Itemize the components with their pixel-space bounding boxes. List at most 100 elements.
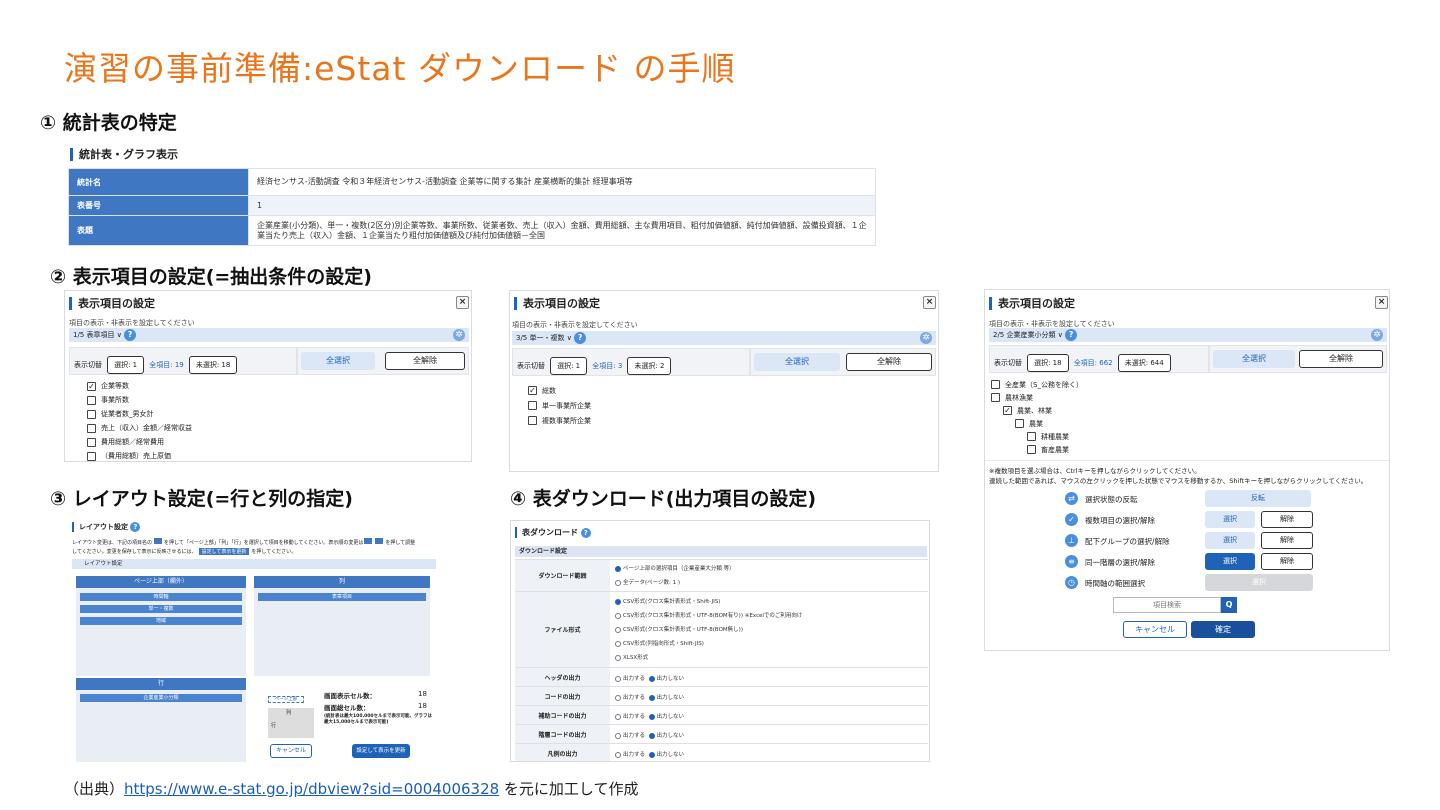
radio-icon[interactable] — [615, 579, 621, 586]
radio-on-icon[interactable] — [615, 598, 621, 605]
list-item[interactable]: 農業 — [991, 417, 1083, 430]
close-icon[interactable]: × — [456, 296, 469, 309]
layout-item[interactable]: 表章項目 — [258, 593, 426, 601]
list-item[interactable]: 売上（収入）金額／経常収益 — [87, 421, 192, 435]
checkbox-checked-icon[interactable]: ✓ — [528, 386, 537, 395]
search-icon[interactable]: Q — [1221, 597, 1237, 613]
radio-on-icon[interactable] — [648, 675, 655, 682]
all-count[interactable]: 全項目: 662 — [1074, 359, 1113, 367]
radio-on-icon[interactable] — [648, 694, 655, 701]
radio-icon[interactable] — [615, 612, 621, 619]
list-item[interactable]: ✓ 企業等数 — [87, 379, 192, 393]
radio-icon[interactable] — [615, 694, 621, 701]
range-option[interactable]: ページ上部の選択項目（企業産業大分類 等） — [615, 564, 735, 572]
checkbox-icon[interactable] — [1027, 432, 1036, 441]
multi-release-button[interactable]: 解除 — [1261, 511, 1313, 528]
item-select[interactable]: 1/5 表章項目 ∨ ? — [69, 328, 469, 342]
group-release-button[interactable]: 解除 — [1261, 532, 1313, 549]
radio-icon[interactable] — [615, 640, 621, 647]
help-icon[interactable]: ? — [580, 527, 591, 538]
format-option[interactable]: XLSX形式 — [615, 653, 648, 661]
output-options[interactable]: 出力する 出力しない — [615, 693, 684, 701]
select-all-button[interactable]: 全選択 — [754, 353, 840, 371]
radio-icon[interactable] — [615, 732, 621, 739]
search-input[interactable] — [1113, 597, 1221, 613]
checkbox-icon[interactable] — [87, 409, 96, 419]
radio-on-icon[interactable] — [648, 713, 655, 720]
unselected-count[interactable]: 未選択: 18 — [188, 356, 238, 374]
checkbox-icon[interactable] — [1027, 445, 1036, 454]
format-option[interactable]: CSV形式(クロス集計表形式・UTF-8(BOM有り)) ※Excelでのご利用… — [615, 611, 802, 619]
output-options[interactable]: 出力する 出力しない — [615, 750, 684, 758]
output-options[interactable]: 出力する 出力しない — [615, 712, 684, 720]
checkbox-icon[interactable] — [991, 393, 1000, 402]
deselect-all-button[interactable]: 全解除 — [1299, 350, 1383, 368]
list-item[interactable]: 事業所数 — [87, 393, 192, 407]
confirm-button[interactable]: 確定 — [1191, 621, 1255, 638]
radio-icon[interactable] — [615, 713, 621, 720]
radio-icon[interactable] — [615, 626, 621, 633]
level-select-button[interactable]: 選択 — [1205, 553, 1255, 570]
layout-item[interactable]: 時間軸 — [80, 593, 242, 601]
format-option[interactable]: CSV形式(クロス集計表形式・UTF-8(BOM無し)) — [615, 625, 743, 633]
unselected-count[interactable]: 未選択: 644 — [1117, 354, 1171, 372]
output-options[interactable]: 出力する 出力しない — [615, 674, 684, 682]
help-icon[interactable]: ? — [124, 329, 137, 341]
output-options[interactable]: 出力する 出力しない — [615, 731, 684, 739]
radio-icon[interactable] — [615, 751, 621, 758]
selected-count[interactable]: 選択: 18 — [1027, 354, 1069, 372]
selected-count[interactable]: 選択: 1 — [107, 356, 145, 374]
time-select-button[interactable]: 選択 — [1205, 574, 1313, 591]
list-item[interactable]: （費用総額）売上原価 — [87, 449, 192, 461]
reverse-button[interactable]: 反転 — [1205, 490, 1311, 507]
checkbox-icon[interactable] — [528, 401, 537, 410]
help-icon[interactable]: ? — [574, 332, 587, 344]
apply-layout-button[interactable]: 設定して表示を更新 — [352, 744, 410, 758]
list-item[interactable]: ✓ 総数 — [528, 383, 591, 398]
item-select[interactable]: 2/5 企業産業小分類 ∨ ? — [989, 328, 1387, 342]
selected-count[interactable]: 選択: 1 — [550, 357, 588, 375]
group-select-button[interactable]: 選択 — [1205, 532, 1255, 549]
layout-item[interactable]: 地域 — [80, 617, 242, 625]
radio-on-icon[interactable] — [615, 565, 621, 572]
settings-icon[interactable]: ✲ — [920, 332, 932, 344]
close-icon[interactable]: × — [923, 296, 936, 309]
checkbox-icon[interactable] — [991, 380, 1000, 389]
list-item[interactable]: 従業者数_男女計 — [87, 407, 192, 421]
list-item[interactable]: 全産業（S_公務を除く） — [991, 378, 1083, 391]
list-item[interactable]: ✓ 農業、林業 — [991, 404, 1083, 417]
cancel-button[interactable]: キャンセル — [1123, 621, 1187, 638]
list-item[interactable]: 単一事業所企業 — [528, 398, 591, 413]
item-select[interactable]: 3/5 単一・複数 ∨ ? — [512, 331, 936, 345]
help-icon[interactable]: ? — [1065, 329, 1078, 341]
level-release-button[interactable]: 解除 — [1261, 553, 1313, 570]
layout-item[interactable]: 企業産業小分類 — [80, 694, 242, 702]
radio-on-icon[interactable] — [648, 751, 655, 758]
deselect-all-button[interactable]: 全解除 — [385, 352, 465, 370]
checkbox-checked-icon[interactable]: ✓ — [87, 381, 96, 391]
format-option[interactable]: CSV形式(クロス集計表形式・Shift-JIS) — [615, 597, 720, 605]
checkbox-checked-icon[interactable]: ✓ — [1003, 406, 1012, 415]
checkbox-icon[interactable] — [87, 437, 96, 447]
radio-on-icon[interactable] — [648, 732, 655, 739]
format-option[interactable]: CSV形式(列指向形式・Shift-JIS) — [615, 639, 704, 647]
list-item[interactable]: 畜産農業 — [991, 443, 1083, 456]
unselected-count[interactable]: 未選択: 2 — [627, 357, 672, 375]
all-count[interactable]: 全項目: 19 — [149, 361, 184, 369]
select-all-button[interactable]: 全選択 — [301, 352, 375, 370]
checkbox-icon[interactable] — [87, 423, 96, 433]
close-icon[interactable]: × — [1375, 296, 1388, 309]
help-icon[interactable]: ? — [130, 522, 141, 532]
checkbox-icon[interactable] — [1015, 419, 1024, 428]
layout-item[interactable]: 単一・複数 — [80, 605, 242, 613]
range-option[interactable]: 全データ(ページ数: 1 ) — [615, 578, 680, 586]
list-item[interactable]: 複数事業所企業 — [528, 413, 591, 428]
radio-icon[interactable] — [615, 654, 621, 661]
checkbox-icon[interactable] — [87, 451, 96, 461]
radio-icon[interactable] — [615, 675, 621, 682]
all-count[interactable]: 全項目: 3 — [592, 362, 622, 370]
checkbox-icon[interactable] — [87, 395, 96, 405]
multi-select-button[interactable]: 選択 — [1205, 511, 1255, 528]
select-all-button[interactable]: 全選択 — [1213, 350, 1295, 368]
checkbox-icon[interactable] — [528, 416, 537, 425]
